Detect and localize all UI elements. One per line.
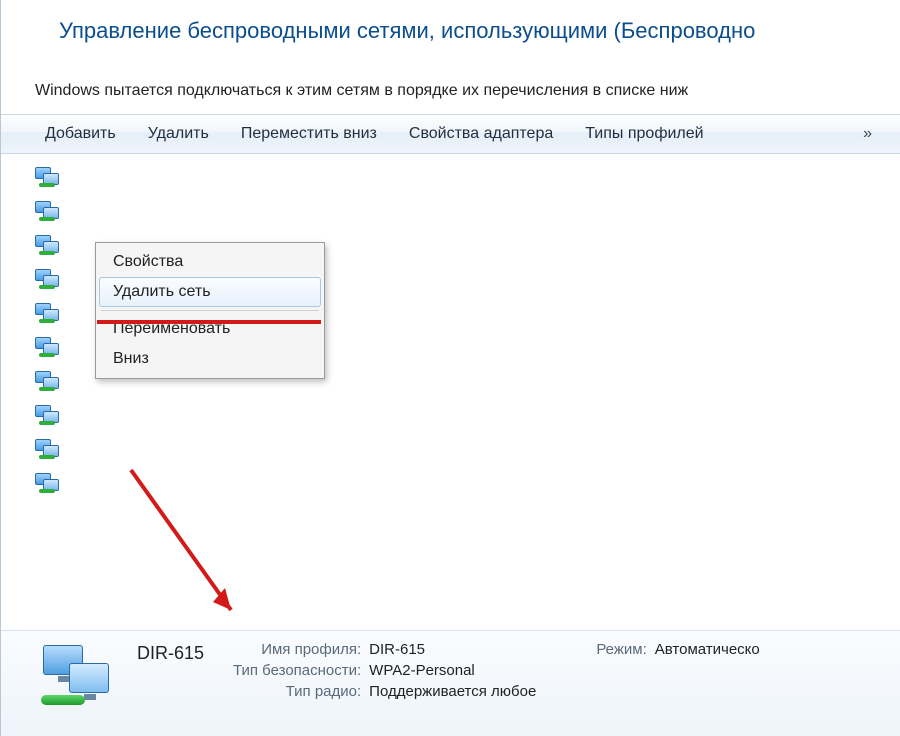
context-menu-separator bbox=[101, 310, 319, 311]
toolbar-remove[interactable]: Удалить bbox=[132, 115, 225, 153]
mode-value: Автоматическо bbox=[655, 641, 760, 658]
security-type-value: WPA2-Personal bbox=[369, 662, 536, 679]
profile-name-label: Имя профиля: bbox=[233, 641, 361, 658]
toolbar: Добавить Удалить Переместить вниз Свойст… bbox=[1, 114, 900, 154]
mode-label: Режим: bbox=[596, 641, 646, 658]
radio-type-value: Поддерживается любое bbox=[369, 683, 536, 700]
wireless-networks-window: Управление беспроводными сетями, использ… bbox=[0, 0, 900, 736]
network-icon bbox=[35, 231, 63, 259]
context-menu-down[interactable]: Вниз bbox=[99, 344, 321, 374]
page-description: Windows пытается подключаться к этим сет… bbox=[1, 48, 900, 114]
network-icon bbox=[35, 265, 63, 293]
details-network-name: DIR-615 bbox=[137, 641, 229, 664]
highlight-underline bbox=[97, 320, 321, 324]
details-properties: Имя профиля: DIR-615 Тип безопасности: W… bbox=[233, 641, 536, 700]
network-icon bbox=[35, 469, 63, 497]
toolbar-adapter-properties[interactable]: Свойства адаптера bbox=[393, 115, 569, 153]
context-menu: Свойства Удалить сеть Переименовать Вниз bbox=[95, 242, 325, 379]
context-menu-properties[interactable]: Свойства bbox=[99, 247, 321, 277]
list-item[interactable] bbox=[35, 194, 900, 228]
details-pane: DIR-615 Имя профиля: DIR-615 Тип безопас… bbox=[1, 630, 900, 736]
network-icon bbox=[35, 435, 63, 463]
network-icon bbox=[35, 367, 63, 395]
security-type-label: Тип безопасности: bbox=[233, 662, 361, 679]
network-icon bbox=[35, 333, 63, 361]
network-icon bbox=[35, 401, 63, 429]
network-icon bbox=[35, 299, 63, 327]
title-area: Управление беспроводными сетями, использ… bbox=[1, 0, 900, 48]
toolbar-add[interactable]: Добавить bbox=[29, 115, 132, 153]
list-item[interactable] bbox=[35, 398, 900, 432]
list-item[interactable] bbox=[35, 160, 900, 194]
network-icon bbox=[35, 197, 63, 225]
context-menu-delete-network[interactable]: Удалить сеть bbox=[99, 277, 321, 307]
network-large-icon bbox=[39, 641, 117, 711]
details-mode: Режим: Автоматическо bbox=[596, 641, 759, 658]
list-item[interactable] bbox=[35, 432, 900, 466]
toolbar-profile-types[interactable]: Типы профилей bbox=[569, 115, 719, 153]
toolbar-overflow[interactable]: » bbox=[853, 125, 882, 143]
list-item[interactable] bbox=[35, 466, 900, 500]
radio-type-label: Тип радио: bbox=[233, 683, 361, 700]
page-title: Управление беспроводными сетями, использ… bbox=[59, 18, 866, 44]
toolbar-move-down[interactable]: Переместить вниз bbox=[225, 115, 393, 153]
profile-name-value: DIR-615 bbox=[369, 641, 536, 658]
context-menu-rename[interactable]: Переименовать bbox=[99, 314, 321, 344]
network-icon bbox=[35, 163, 63, 191]
